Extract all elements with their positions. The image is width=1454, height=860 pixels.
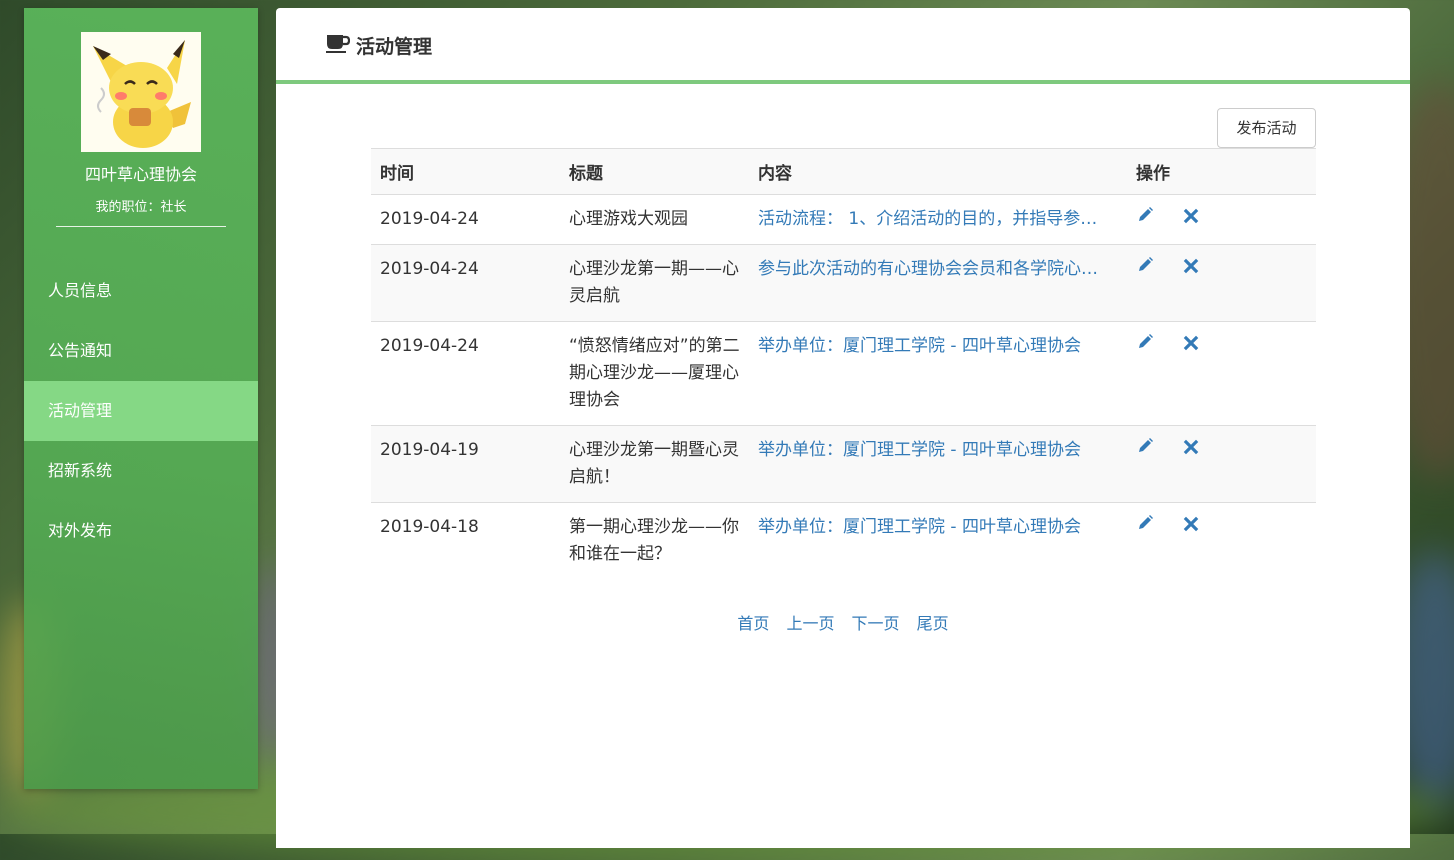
page-title-text: 活动管理 bbox=[356, 36, 433, 58]
delete-x-icon[interactable] bbox=[1183, 437, 1199, 464]
sidebar-item-recruitment[interactable]: 招新系统 bbox=[24, 441, 258, 501]
row-date: 2019-04-24 bbox=[371, 244, 560, 322]
row-date: 2019-04-19 bbox=[371, 425, 560, 503]
row-date: 2019-04-24 bbox=[371, 194, 560, 245]
page-title: 活动管理 bbox=[326, 32, 432, 59]
position-line: 我的职位：社长 bbox=[24, 196, 258, 215]
table-row: 2019-04-24 “愤怒情绪应对”的第二期心理沙龙——厦理心理协会 举办单位… bbox=[371, 321, 1316, 426]
sidebar-item-notices[interactable]: 公告通知 bbox=[24, 321, 258, 381]
sidebar-item-activities[interactable]: 活动管理 bbox=[24, 381, 258, 441]
row-title: 心理沙龙第一期暨心灵启航！ bbox=[560, 425, 749, 503]
org-name: 四叶草心理协会 bbox=[84, 165, 197, 184]
row-title: 心理沙龙第一期——心灵启航 bbox=[560, 244, 749, 322]
coffee-cup-icon bbox=[326, 33, 351, 58]
table-row: 2019-04-19 心理沙龙第一期暨心灵启航！ 举办单位：厦门理工学院 - 四… bbox=[371, 425, 1316, 503]
row-date: 2019-04-24 bbox=[371, 321, 560, 426]
edit-pencil-icon[interactable] bbox=[1136, 333, 1154, 360]
pagination-prev[interactable]: 上一页 bbox=[786, 614, 834, 633]
pagination: 首页 上一页 下一页 尾页 bbox=[276, 610, 1410, 634]
row-title: “愤怒情绪应对”的第二期心理沙龙——厦理心理协会 bbox=[560, 321, 749, 426]
row-content-link[interactable]: 活动流程： 1、介绍活动的目的，并指导参与者完成游戏 bbox=[758, 206, 1103, 233]
sidebar-divider bbox=[56, 226, 226, 227]
table-row: 2019-04-18 第一期心理沙龙——你和谁在一起？ 举办单位：厦门理工学院 … bbox=[371, 502, 1316, 579]
sidebar-item-publish[interactable]: 对外发布 bbox=[24, 501, 258, 561]
sidebar: 四叶草心理协会 我的职位：社长 人员信息 公告通知 活动管理 招新系统 对外发布 bbox=[24, 8, 258, 789]
row-content-link[interactable]: 参与此次活动的有心理协会会员和各学院心理委员 bbox=[758, 256, 1103, 283]
column-header-actions: 操作 bbox=[1127, 148, 1316, 195]
delete-x-icon[interactable] bbox=[1183, 206, 1199, 233]
table-row: 2019-04-24 心理沙龙第一期——心灵启航 参与此次活动的有心理协会会员和… bbox=[371, 244, 1316, 322]
column-header-content: 内容 bbox=[749, 148, 1127, 195]
column-header-title: 标题 bbox=[560, 148, 749, 195]
panel-header: 活动管理 bbox=[276, 8, 1410, 84]
pagination-first[interactable]: 首页 bbox=[737, 614, 769, 633]
row-content-link[interactable]: 举办单位：厦门理工学院 - 四叶草心理协会 bbox=[758, 333, 1103, 360]
delete-x-icon[interactable] bbox=[1183, 333, 1199, 360]
publish-activity-button[interactable]: 发布活动 bbox=[1217, 108, 1316, 148]
edit-pencil-icon[interactable] bbox=[1136, 256, 1154, 283]
sidebar-item-members[interactable]: 人员信息 bbox=[24, 261, 258, 321]
sidebar-nav: 人员信息 公告通知 活动管理 招新系统 对外发布 bbox=[24, 261, 258, 561]
row-content-link[interactable]: 举办单位：厦门理工学院 - 四叶草心理协会 bbox=[758, 437, 1103, 464]
pagination-next[interactable]: 下一页 bbox=[852, 614, 900, 633]
delete-x-icon[interactable] bbox=[1183, 514, 1199, 541]
position-value: 社长 bbox=[160, 200, 187, 215]
row-title: 第一期心理沙龙——你和谁在一起？ bbox=[560, 502, 749, 579]
table-header-row: 时间 标题 内容 操作 bbox=[371, 148, 1316, 195]
row-title: 心理游戏大观园 bbox=[560, 194, 749, 245]
edit-pencil-icon[interactable] bbox=[1136, 206, 1154, 233]
edit-pencil-icon[interactable] bbox=[1136, 437, 1154, 464]
main-panel: 活动管理 发布活动 时间 标题 内容 操作 2019-04-24 心理游戏大观园… bbox=[276, 8, 1410, 848]
row-date: 2019-04-18 bbox=[371, 502, 560, 579]
delete-x-icon[interactable] bbox=[1183, 256, 1199, 283]
avatar bbox=[81, 32, 201, 152]
pagination-last[interactable]: 尾页 bbox=[917, 614, 949, 633]
position-label: 我的职位： bbox=[95, 200, 161, 215]
column-header-time: 时间 bbox=[371, 148, 560, 195]
table-row: 2019-04-24 心理游戏大观园 活动流程： 1、介绍活动的目的，并指导参与… bbox=[371, 194, 1316, 245]
edit-pencil-icon[interactable] bbox=[1136, 514, 1154, 541]
activity-table: 时间 标题 内容 操作 2019-04-24 心理游戏大观园 活动流程： 1、介… bbox=[371, 148, 1316, 579]
row-content-link[interactable]: 举办单位：厦门理工学院 - 四叶草心理协会 bbox=[758, 514, 1103, 541]
